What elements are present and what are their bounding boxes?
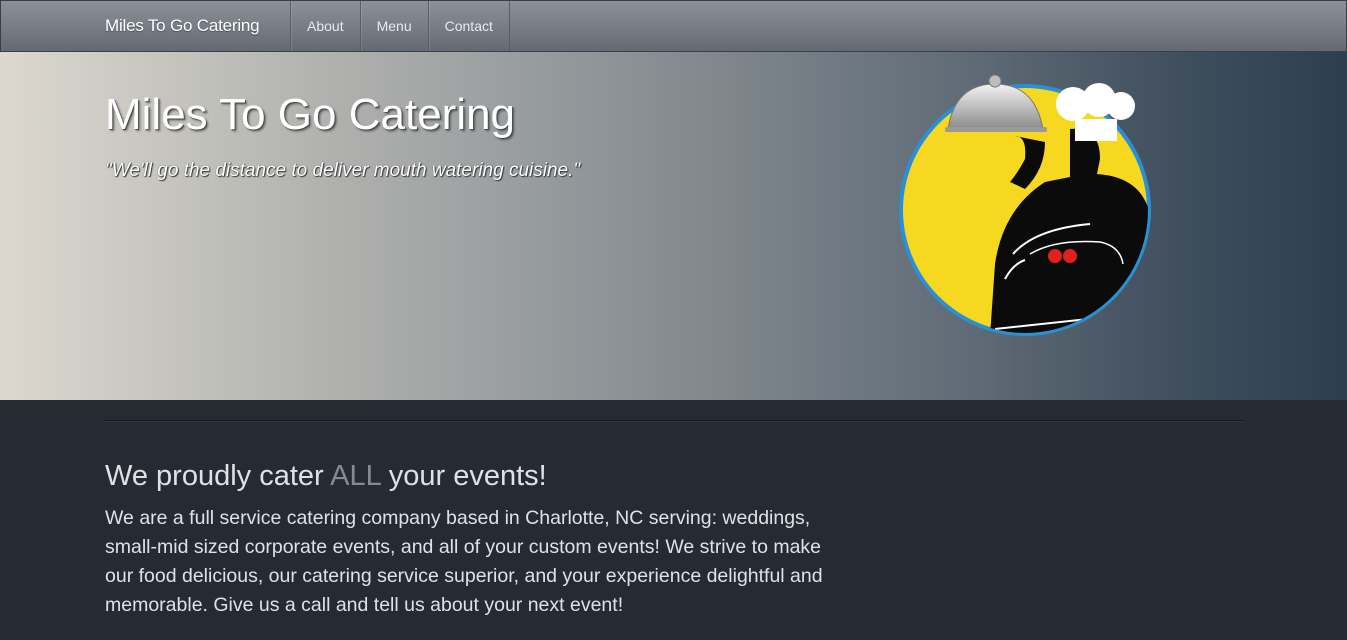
brand-link[interactable]: Miles To Go Catering: [105, 16, 260, 36]
chef-car-logo-icon: [899, 74, 1151, 336]
navbar: Miles To Go Catering About Menu Contact: [0, 0, 1347, 52]
nav-item-about[interactable]: About: [290, 1, 360, 51]
hero-banner: Miles To Go Catering "We'll go the dista…: [0, 52, 1347, 400]
content-heading: We proudly cater ALL your events!: [105, 460, 547, 493]
heading-highlight: ALL: [330, 460, 381, 492]
hero-tagline: "We'll go the distance to deliver mouth …: [105, 160, 581, 181]
content-paragraph: We are a full service catering company b…: [105, 507, 823, 616]
nav-item-contact[interactable]: Contact: [427, 1, 510, 51]
heading-prefix: We proudly cater: [105, 460, 331, 492]
heading-suffix: your events!: [380, 460, 547, 492]
nav-menu: About Menu Contact: [290, 1, 510, 51]
section-divider: [105, 420, 1245, 421]
nav-item-menu[interactable]: Menu: [359, 1, 428, 51]
hero-title: Miles To Go Catering: [105, 90, 516, 139]
